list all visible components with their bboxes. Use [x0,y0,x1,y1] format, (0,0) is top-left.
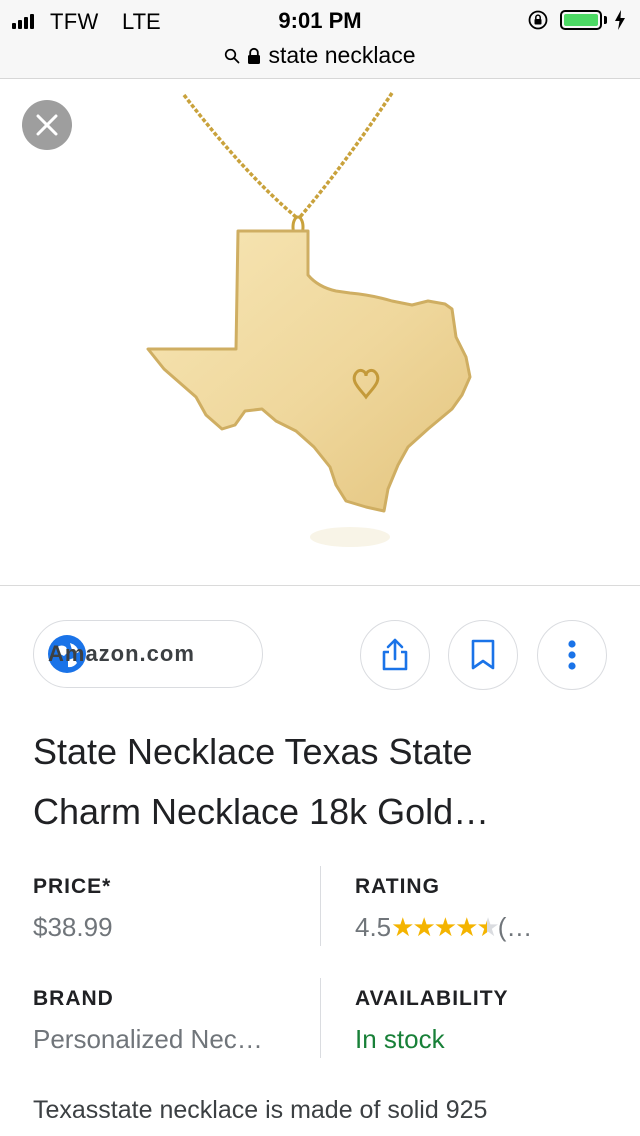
details-divider-2 [320,978,321,1058]
rating-label: RATING [355,875,440,898]
product-description: Texasstate necklace is made of solid 925 [33,1096,488,1124]
image-divider [0,585,640,586]
details-divider-1 [320,866,321,946]
more-vert-icon [568,640,576,670]
rating-stars: ★★★★ [391,912,478,942]
status-bar: TFW LTE 9:01 PM [0,0,640,40]
close-button[interactable] [22,100,72,150]
availability-value: In stock [355,1024,445,1054]
url-query[interactable]: state necklace [268,42,415,69]
search-icon [225,48,240,63]
availability-label: AVAILABILITY [355,987,509,1010]
price-label: PRICE* [33,875,112,898]
rating-count: (… [497,912,533,942]
product-title[interactable]: State Necklace Texas State Charm Necklac… [33,722,603,842]
rotation-lock-icon [528,10,548,30]
product-title-line-2: Charm Necklace 18k Gold… [33,791,490,832]
battery-tip [604,16,607,24]
url-bar[interactable]: state necklace [0,40,640,79]
bookmark-icon [471,639,495,670]
texas-necklace-illustration [146,92,472,547]
battery-icon [560,10,602,30]
brand-value: Personalized Nec… [33,1024,263,1054]
share-icon [382,638,408,671]
rating-value: 4.5 [355,912,392,942]
share-button[interactable] [360,620,430,690]
price-value: $38.99 [33,912,113,942]
source-site-name: Amazon.com [48,641,195,666]
rating-row[interactable]: 4.5★★★★★(… [355,912,532,943]
product-title-line-1: State Necklace Texas State [33,731,473,772]
close-icon [36,114,58,136]
source-site-chip[interactable]: Amazon.com [33,620,263,688]
bookmark-button[interactable] [448,620,518,690]
more-options-button[interactable] [537,620,607,690]
lock-icon [248,47,261,64]
charging-bolt-icon [615,10,625,30]
product-image[interactable] [0,79,640,585]
brand-label: BRAND [33,987,114,1010]
rating-half-star: ★ [476,912,499,942]
